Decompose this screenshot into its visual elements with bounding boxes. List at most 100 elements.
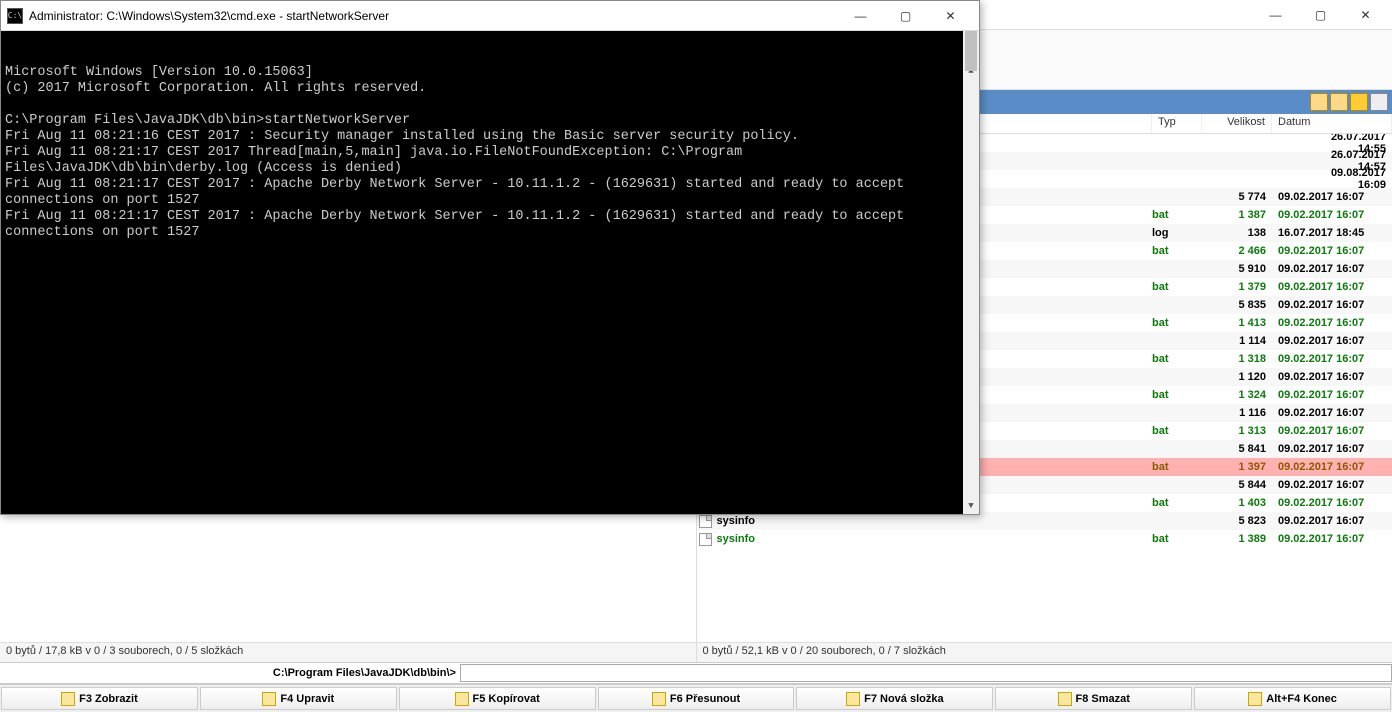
file-icon: [699, 515, 712, 528]
command-input[interactable]: [460, 664, 1392, 682]
cmd-window[interactable]: C:\ Administrator: C:\Windows\System32\c…: [0, 0, 980, 515]
file-type: bat: [1152, 497, 1202, 509]
file-date: 09.02.2017 16:07: [1272, 461, 1392, 473]
file-size: 2 466: [1202, 245, 1272, 257]
file-date: 09.02.2017 16:07: [1272, 263, 1392, 275]
table-row[interactable]: sysinfobat1 38909.02.2017 16:07: [697, 530, 1392, 548]
file-type: bat: [1152, 317, 1202, 329]
file-date: 09.02.2017 16:07: [1272, 245, 1392, 257]
file-date: 09.02.2017 16:07: [1272, 353, 1392, 365]
cmd-title: Administrator: C:\Windows\System32\cmd.e…: [29, 9, 389, 23]
fkey-label: Alt+F4 Konec: [1266, 693, 1337, 705]
file-date: 09.02.2017 16:07: [1272, 371, 1392, 383]
file-name: sysinfo: [715, 515, 1153, 527]
cmd-text: Microsoft Windows [Version 10.0.15063] (…: [5, 65, 975, 241]
right-status: 0 bytů / 52,1 kB v 0 / 20 souborech, 0 /…: [697, 642, 1392, 662]
fkey-label: F5 Kopírovat: [473, 693, 540, 705]
fm-maximize-button[interactable]: ▢: [1298, 1, 1343, 29]
file-size: 1 324: [1202, 389, 1272, 401]
file-type: bat: [1152, 425, 1202, 437]
cmd-titlebar[interactable]: C:\ Administrator: C:\Windows\System32\c…: [1, 1, 979, 31]
file-size: 1 379: [1202, 281, 1272, 293]
file-type: bat: [1152, 461, 1202, 473]
file-type: bat: [1152, 533, 1202, 545]
file-date: 09.02.2017 16:07: [1272, 497, 1392, 509]
file-date: 09.02.2017 16:07: [1272, 191, 1392, 203]
file-size: 5 844: [1202, 479, 1272, 491]
scroll-thumb[interactable]: [965, 31, 977, 71]
file-size: 1 387: [1202, 209, 1272, 221]
file-type: bat: [1152, 389, 1202, 401]
file-size: 5 910: [1202, 263, 1272, 275]
file-date: 09.02.2017 16:07: [1272, 281, 1392, 293]
fkey-button[interactable]: F4 Upravit: [200, 687, 397, 710]
fkey-button[interactable]: Alt+F4 Konec: [1194, 687, 1391, 710]
file-date: 09.02.2017 16:07: [1272, 533, 1392, 545]
cmd-minimize-button[interactable]: —: [838, 2, 883, 30]
fkey-icon: [846, 692, 860, 706]
file-date: 09.02.2017 16:07: [1272, 335, 1392, 347]
col-size[interactable]: Velikost: [1202, 114, 1272, 133]
fkey-label: F3 Zobrazit: [79, 693, 138, 705]
pathbar-menu-icon[interactable]: [1370, 93, 1388, 111]
file-date: 09.02.2017 16:07: [1272, 209, 1392, 221]
file-type: bat: [1152, 209, 1202, 221]
col-typ[interactable]: Typ: [1152, 114, 1202, 133]
file-size: 1 389: [1202, 533, 1272, 545]
file-size: 1 116: [1202, 407, 1272, 419]
file-icon: [699, 533, 712, 546]
file-date: 09.02.2017 16:07: [1272, 317, 1392, 329]
file-type: log: [1152, 227, 1202, 239]
fkey-label: F6 Přesunout: [670, 693, 740, 705]
fkey-icon: [61, 692, 75, 706]
cmd-icon: C:\: [7, 8, 23, 24]
scroll-down-icon[interactable]: ▼: [963, 498, 979, 514]
file-date: 16.07.2017 18:45: [1272, 227, 1392, 239]
file-type: bat: [1152, 281, 1202, 293]
cmd-maximize-button[interactable]: ▢: [883, 2, 928, 30]
col-date[interactable]: Datum: [1272, 114, 1392, 133]
cmd-output[interactable]: Microsoft Windows [Version 10.0.15063] (…: [1, 31, 979, 514]
file-date: 09.02.2017 16:07: [1272, 443, 1392, 455]
file-size: 09.08.2017 16:09: [1322, 167, 1392, 191]
function-key-bar: F3 Zobrazit F4 Upravit F5 Kopírovat F6 Přes…: [0, 684, 1392, 712]
command-line[interactable]: C:\Program Files\JavaJDK\db\bin\>: [0, 662, 1392, 684]
fkey-button[interactable]: F8 Smazat: [995, 687, 1192, 710]
fkey-button[interactable]: F6 Přesunout: [598, 687, 795, 710]
file-date: 09.02.2017 16:07: [1272, 407, 1392, 419]
fkey-icon: [652, 692, 666, 706]
file-date: 09.08.2017 16:09: [1325, 167, 1386, 191]
fkey-button[interactable]: F7 Nová složka: [796, 687, 993, 710]
fkey-button[interactable]: F5 Kopírovat: [399, 687, 596, 710]
pathbar-icon-1[interactable]: [1310, 93, 1328, 111]
file-size: 1 403: [1202, 497, 1272, 509]
fkey-icon: [455, 692, 469, 706]
file-type: bat: [1152, 353, 1202, 365]
fm-minimize-button[interactable]: —: [1253, 1, 1298, 29]
file-date: 09.02.2017 16:07: [1272, 515, 1392, 527]
fkey-icon: [1248, 692, 1262, 706]
file-size: 5 835: [1202, 299, 1272, 311]
fm-close-button[interactable]: ✕: [1343, 1, 1388, 29]
file-size: 1 413: [1202, 317, 1272, 329]
cmd-scrollbar[interactable]: ▲ ▼: [963, 31, 979, 514]
fkey-icon: [1058, 692, 1072, 706]
file-date: 09.02.2017 16:07: [1272, 299, 1392, 311]
file-date: 09.02.2017 16:07: [1272, 389, 1392, 401]
fkey-icon: [262, 692, 276, 706]
pathbar-favorite-icon[interactable]: [1350, 93, 1368, 111]
file-type: bat: [1152, 245, 1202, 257]
fkey-label: F4 Upravit: [280, 693, 334, 705]
file-size: 1 114: [1202, 335, 1272, 347]
fkey-label: F7 Nová složka: [864, 693, 943, 705]
pathbar-icon-2[interactable]: [1330, 93, 1348, 111]
file-date: 09.02.2017 16:07: [1272, 479, 1392, 491]
left-status: 0 bytů / 17,8 kB v 0 / 3 souborech, 0 / …: [0, 642, 696, 662]
file-size: 1 120: [1202, 371, 1272, 383]
fkey-label: F8 Smazat: [1076, 693, 1130, 705]
file-size: 5 841: [1202, 443, 1272, 455]
file-size: 5 774: [1202, 191, 1272, 203]
cmd-close-button[interactable]: ✕: [928, 2, 973, 30]
fkey-button[interactable]: F3 Zobrazit: [1, 687, 198, 710]
command-prompt: C:\Program Files\JavaJDK\db\bin\>: [0, 667, 460, 679]
